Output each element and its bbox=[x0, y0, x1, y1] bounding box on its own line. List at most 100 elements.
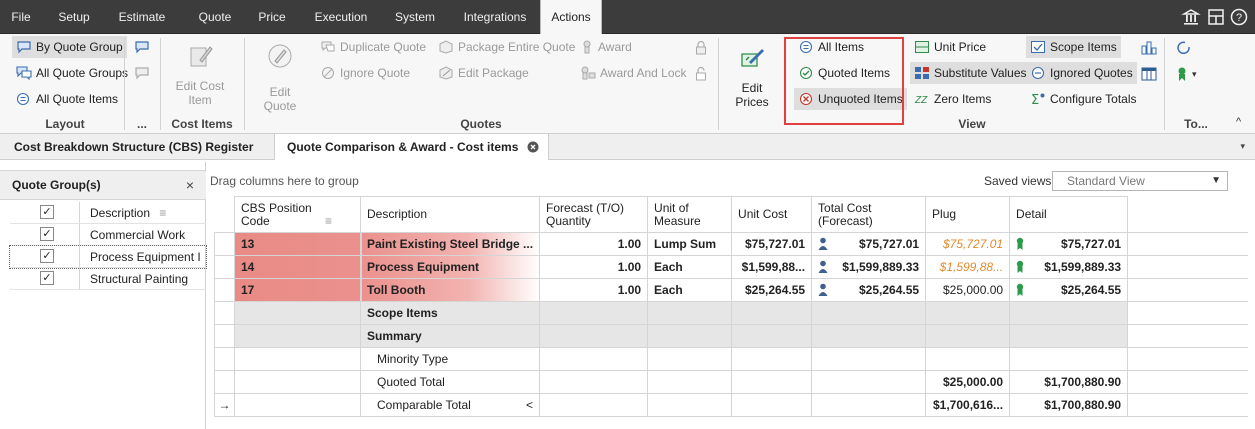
description-cell[interactable]: Process Equipment bbox=[359, 255, 541, 279]
award-dropdown-button[interactable]: ▾ bbox=[1176, 66, 1197, 82]
total-cost-cell[interactable]: $1,599,889.33 bbox=[811, 255, 927, 279]
ignore-quote-button[interactable]: Ignore Quote bbox=[316, 62, 414, 84]
unit-cost-cell[interactable]: $1,599,88... bbox=[731, 255, 813, 279]
scope-items-row[interactable]: Scope Items bbox=[214, 301, 1248, 325]
quoted-total-plug[interactable]: $25,000.00 bbox=[925, 370, 1011, 394]
grid-layout-icon[interactable] bbox=[1206, 7, 1226, 27]
close-tab-icon[interactable] bbox=[527, 141, 539, 153]
ignored-quotes-button[interactable]: Ignored Quotes bbox=[1026, 62, 1137, 84]
quantity-cell[interactable]: 1.00 bbox=[539, 232, 649, 256]
comparable-total-detail[interactable]: $1,700,880.90 bbox=[1009, 393, 1129, 417]
edit-quote-button[interactable]: Edit Quote bbox=[252, 42, 308, 113]
plug-cell[interactable]: $75,727.01 bbox=[925, 232, 1011, 256]
column-header-description[interactable]: Description bbox=[359, 196, 541, 233]
column-header-cbs[interactable]: CBS Position Code ≡ bbox=[234, 196, 361, 233]
menu-setup[interactable]: Setup bbox=[54, 0, 94, 34]
edit-prices-button[interactable]: Edit Prices bbox=[724, 44, 780, 109]
edit-package-button[interactable]: Edit Package bbox=[434, 62, 533, 84]
uom-cell[interactable]: Each bbox=[647, 278, 733, 302]
comparable-total-plug[interactable]: $1,700,616... bbox=[925, 393, 1011, 417]
award-and-lock-button[interactable]: Award And Lock bbox=[576, 62, 691, 84]
saved-views-select[interactable]: Standard View ▼ bbox=[1052, 171, 1228, 191]
minority-type-row[interactable]: Minority Type bbox=[214, 347, 1248, 371]
comparable-total-row[interactable]: → Comparable Total < $1,700,616... $1,700… bbox=[214, 393, 1248, 417]
description-cell[interactable]: Paint Existing Steel Bridge ... bbox=[359, 232, 541, 256]
menu-quote[interactable]: Quote bbox=[192, 0, 238, 34]
quote-group-checkbox[interactable]: ✓ bbox=[40, 227, 54, 241]
speech-bubble-disabled-icon[interactable] bbox=[134, 66, 150, 80]
column-header-unit-cost[interactable]: Unit Cost bbox=[731, 196, 813, 233]
summary-row[interactable]: Summary bbox=[214, 324, 1248, 348]
list-item[interactable]: ✓ Commercial Work bbox=[10, 224, 206, 246]
description-column-label[interactable]: Description ≡ bbox=[90, 206, 200, 220]
table-row[interactable]: 17 Toll Booth 1.00 Each $25,264.55 $25,2… bbox=[214, 278, 1248, 302]
detail-cell[interactable]: $25,264.55 bbox=[1009, 278, 1129, 302]
select-all-checkbox[interactable]: ✓ bbox=[40, 205, 54, 219]
table-row[interactable]: 13 Paint Existing Steel Bridge ... 1.00 … bbox=[214, 232, 1248, 256]
table-row[interactable]: 14 Process Equipment 1.00 Each $1,599,88… bbox=[214, 255, 1248, 279]
total-cost-cell[interactable]: $25,264.55 bbox=[811, 278, 927, 302]
detail-cell[interactable]: $1,599,889.33 bbox=[1009, 255, 1129, 279]
quote-group-checkbox[interactable]: ✓ bbox=[40, 249, 54, 263]
column-header-plug[interactable]: Plug bbox=[925, 196, 1011, 233]
unit-price-button[interactable]: Unit Price bbox=[910, 36, 990, 58]
close-panel-icon[interactable]: × bbox=[186, 177, 194, 193]
description-cell[interactable]: Toll Booth bbox=[359, 278, 541, 302]
quantity-cell[interactable]: 1.00 bbox=[539, 255, 649, 279]
menu-system[interactable]: System bbox=[392, 0, 438, 34]
menu-price[interactable]: Price bbox=[254, 0, 290, 34]
award-button[interactable]: Award bbox=[576, 36, 636, 58]
menu-estimate[interactable]: Estimate bbox=[116, 0, 168, 34]
quoted-total-row[interactable]: Quoted Total $25,000.00 $1,700,880.90 bbox=[214, 370, 1248, 394]
cbs-cell[interactable]: 13 bbox=[234, 232, 361, 256]
column-chart-icon[interactable] bbox=[1140, 40, 1158, 56]
unlock-icon[interactable] bbox=[694, 66, 708, 82]
uom-cell[interactable]: Each bbox=[647, 255, 733, 279]
bank-icon[interactable] bbox=[1181, 7, 1201, 27]
tab-cbs-register[interactable]: Cost Breakdown Structure (CBS) Register bbox=[2, 134, 265, 160]
group-by-bar[interactable]: Drag columns here to group Saved views: … bbox=[208, 170, 1238, 192]
all-quote-groups-button[interactable]: All Quote Groups bbox=[12, 62, 132, 84]
zero-items-button[interactable]: ZZ Zero Items bbox=[910, 88, 995, 110]
list-item[interactable]: ✓ Structural Painting bbox=[10, 268, 206, 290]
menu-file[interactable]: File bbox=[6, 0, 36, 34]
tabs-menu-chevron-icon[interactable]: ▾ bbox=[1240, 141, 1245, 152]
collapse-ribbon-icon[interactable]: ^ bbox=[1236, 116, 1241, 128]
table-icon[interactable] bbox=[1140, 66, 1158, 82]
scope-items-button[interactable]: Scope Items bbox=[1026, 36, 1121, 58]
edit-package-label: Edit Package bbox=[458, 66, 529, 80]
total-cost-cell[interactable]: $75,727.01 bbox=[811, 232, 927, 256]
menu-actions[interactable]: Actions bbox=[540, 0, 602, 35]
unit-cost-cell[interactable]: $25,264.55 bbox=[731, 278, 813, 302]
uom-cell[interactable]: Lump Sum bbox=[647, 232, 733, 256]
by-quote-group-button[interactable]: By Quote Group bbox=[12, 36, 127, 58]
quoted-total-detail[interactable]: $1,700,880.90 bbox=[1009, 370, 1129, 394]
tab-quote-comparison[interactable]: Quote Comparison & Award - Cost items bbox=[274, 134, 550, 160]
edit-cost-item-button[interactable]: Edit Cost Item bbox=[170, 42, 230, 107]
column-header-uom[interactable]: Unit of Measure bbox=[647, 196, 733, 233]
list-item[interactable]: ✓ Process Equipment I... bbox=[9, 245, 207, 269]
menu-integrations[interactable]: Integrations bbox=[458, 0, 532, 34]
plug-cell[interactable]: $25,000.00 bbox=[925, 278, 1011, 302]
duplicate-quote-button[interactable]: Duplicate Quote bbox=[316, 36, 430, 58]
column-header-forecast-qty[interactable]: Forecast (T/O) Quantity bbox=[539, 196, 649, 233]
plug-cell[interactable]: $1,599,88... bbox=[925, 255, 1011, 279]
help-icon[interactable]: ? bbox=[1229, 7, 1249, 27]
speech-bubble-icon[interactable] bbox=[134, 40, 150, 54]
substitute-values-button[interactable]: Substitute Values bbox=[910, 62, 1031, 84]
quote-group-checkbox[interactable]: ✓ bbox=[40, 271, 54, 285]
lock-icon[interactable] bbox=[694, 40, 708, 56]
quantity-cell[interactable]: 1.00 bbox=[539, 278, 649, 302]
unit-cost-cell[interactable]: $75,727.01 bbox=[731, 232, 813, 256]
configure-totals-button[interactable]: Σ Configure Totals bbox=[1026, 88, 1141, 110]
refresh-icon[interactable] bbox=[1176, 40, 1192, 56]
cbs-cell[interactable]: 17 bbox=[234, 278, 361, 302]
menu-execution[interactable]: Execution bbox=[310, 0, 372, 34]
detail-cell[interactable]: $75,727.01 bbox=[1009, 232, 1129, 256]
collapse-marker[interactable]: < bbox=[526, 398, 533, 412]
all-quote-items-button[interactable]: All Quote Items bbox=[12, 88, 122, 110]
package-entire-quote-button[interactable]: Package Entire Quote bbox=[434, 36, 579, 58]
column-header-detail[interactable]: Detail bbox=[1009, 196, 1129, 233]
column-header-total-cost[interactable]: Total Cost (Forecast) bbox=[811, 196, 927, 233]
cbs-cell[interactable]: 14 bbox=[234, 255, 361, 279]
